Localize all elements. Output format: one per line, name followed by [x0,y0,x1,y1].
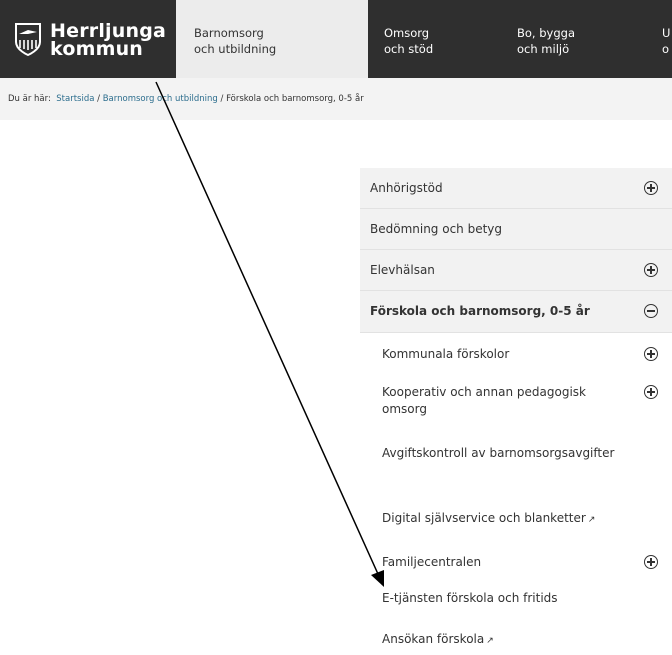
breadcrumb-separator: / [220,94,224,104]
submenu-item-kommunala[interactable]: Kommunala förskolor [360,333,672,369]
nav-label-line2: och stöd [384,42,434,56]
menu-item-forskola-active[interactable]: Förskola och barnomsorg, 0-5 år [360,291,672,333]
plus-icon[interactable] [644,347,658,361]
menu-item-label: Förskola och barnomsorg, 0-5 år [370,304,590,318]
nav-label-line2: och miljö [517,42,570,56]
menu-item-label: Digital självservice och blanketter [382,511,586,525]
site-header: Herrljunga kommun Barnomsorg och utbildn… [0,0,672,78]
menu-item-label: Ansökan förskola [382,632,485,646]
menu-item-label: Kommunala förskolor [382,347,510,361]
plus-icon[interactable] [644,385,658,399]
breadcrumb-link-start[interactable]: Startsida [56,94,94,104]
logo-shield-icon [15,23,41,56]
submenu-item-avgiftskontroll[interactable]: Avgiftskontroll av barnomsorgsavgifter [360,433,672,495]
logo-text: Herrljunga kommun [50,22,166,60]
nav-label-line1: Omsorg [384,26,430,40]
menu-item-anhorigstod[interactable]: Anhörigstöd [360,168,672,209]
nav-label-line2: och utbildning [194,42,277,56]
nav-bo-bygga[interactable]: Bo, bygga och miljö [504,0,644,78]
submenu-item-ansokan[interactable]: Ansökan förskola ↗ [360,620,672,652]
menu-item-label: Kooperativ och annan pedagogisk omsorg [382,385,586,416]
external-link-icon: ↗ [587,515,596,525]
menu-item-label: E-tjänsten förskola och fritids [382,591,558,605]
plus-icon[interactable] [644,181,658,195]
nav-label-line2: o [662,42,670,56]
menu-item-label: Bedömning och betyg [370,222,503,236]
logo-line2: kommun [50,38,144,60]
breadcrumb-link-barnomsorg[interactable]: Barnomsorg och utbildning [103,94,218,104]
submenu-item-etjansten[interactable]: E-tjänsten förskola och fritids [360,577,672,620]
arrow-line [155,81,379,575]
submenu-item-familjecentralen[interactable]: Familjecentralen [360,541,672,577]
nav-omsorg[interactable]: Omsorg och stöd [368,0,504,78]
menu-item-label: Anhörigstöd [370,181,443,195]
menu-item-label: Elevhälsan [370,263,435,277]
logo[interactable]: Herrljunga kommun [0,0,176,78]
nav-label-line1: Barnomsorg [194,26,264,40]
menu-item-elevhalsan[interactable]: Elevhälsan [360,250,672,291]
section-menu: Anhörigstöd Bedömning och betyg Elevhäls… [360,168,672,652]
plus-icon[interactable] [644,263,658,277]
breadcrumb-prefix: Du är här: [8,94,51,104]
menu-item-label: Familjecentralen [382,555,482,569]
menu-item-label: Avgiftskontroll av barnomsorgsavgifter [382,446,615,460]
nav-label-line1: Bo, bygga [517,26,575,40]
menu-item-bedomning[interactable]: Bedömning och betyg [360,209,672,250]
breadcrumb: Du är här: Startsida / Barnomsorg och ut… [0,78,672,120]
submenu-item-kooperativ[interactable]: Kooperativ och annan pedagogisk omsorg [360,369,672,433]
breadcrumb-separator: / [97,94,101,104]
plus-icon[interactable] [644,555,658,569]
minus-icon[interactable] [644,304,658,318]
nav-label-line1: U [662,26,671,40]
external-link-icon: ↗ [486,636,494,646]
nav-barnomsorg[interactable]: Barnomsorg och utbildning [176,0,368,78]
submenu-item-digital[interactable]: Digital självservice och blanketter ↗ [360,495,672,541]
nav-truncated[interactable]: U o [644,0,672,78]
breadcrumb-current: Förskola och barnomsorg, 0-5 år [226,94,364,104]
